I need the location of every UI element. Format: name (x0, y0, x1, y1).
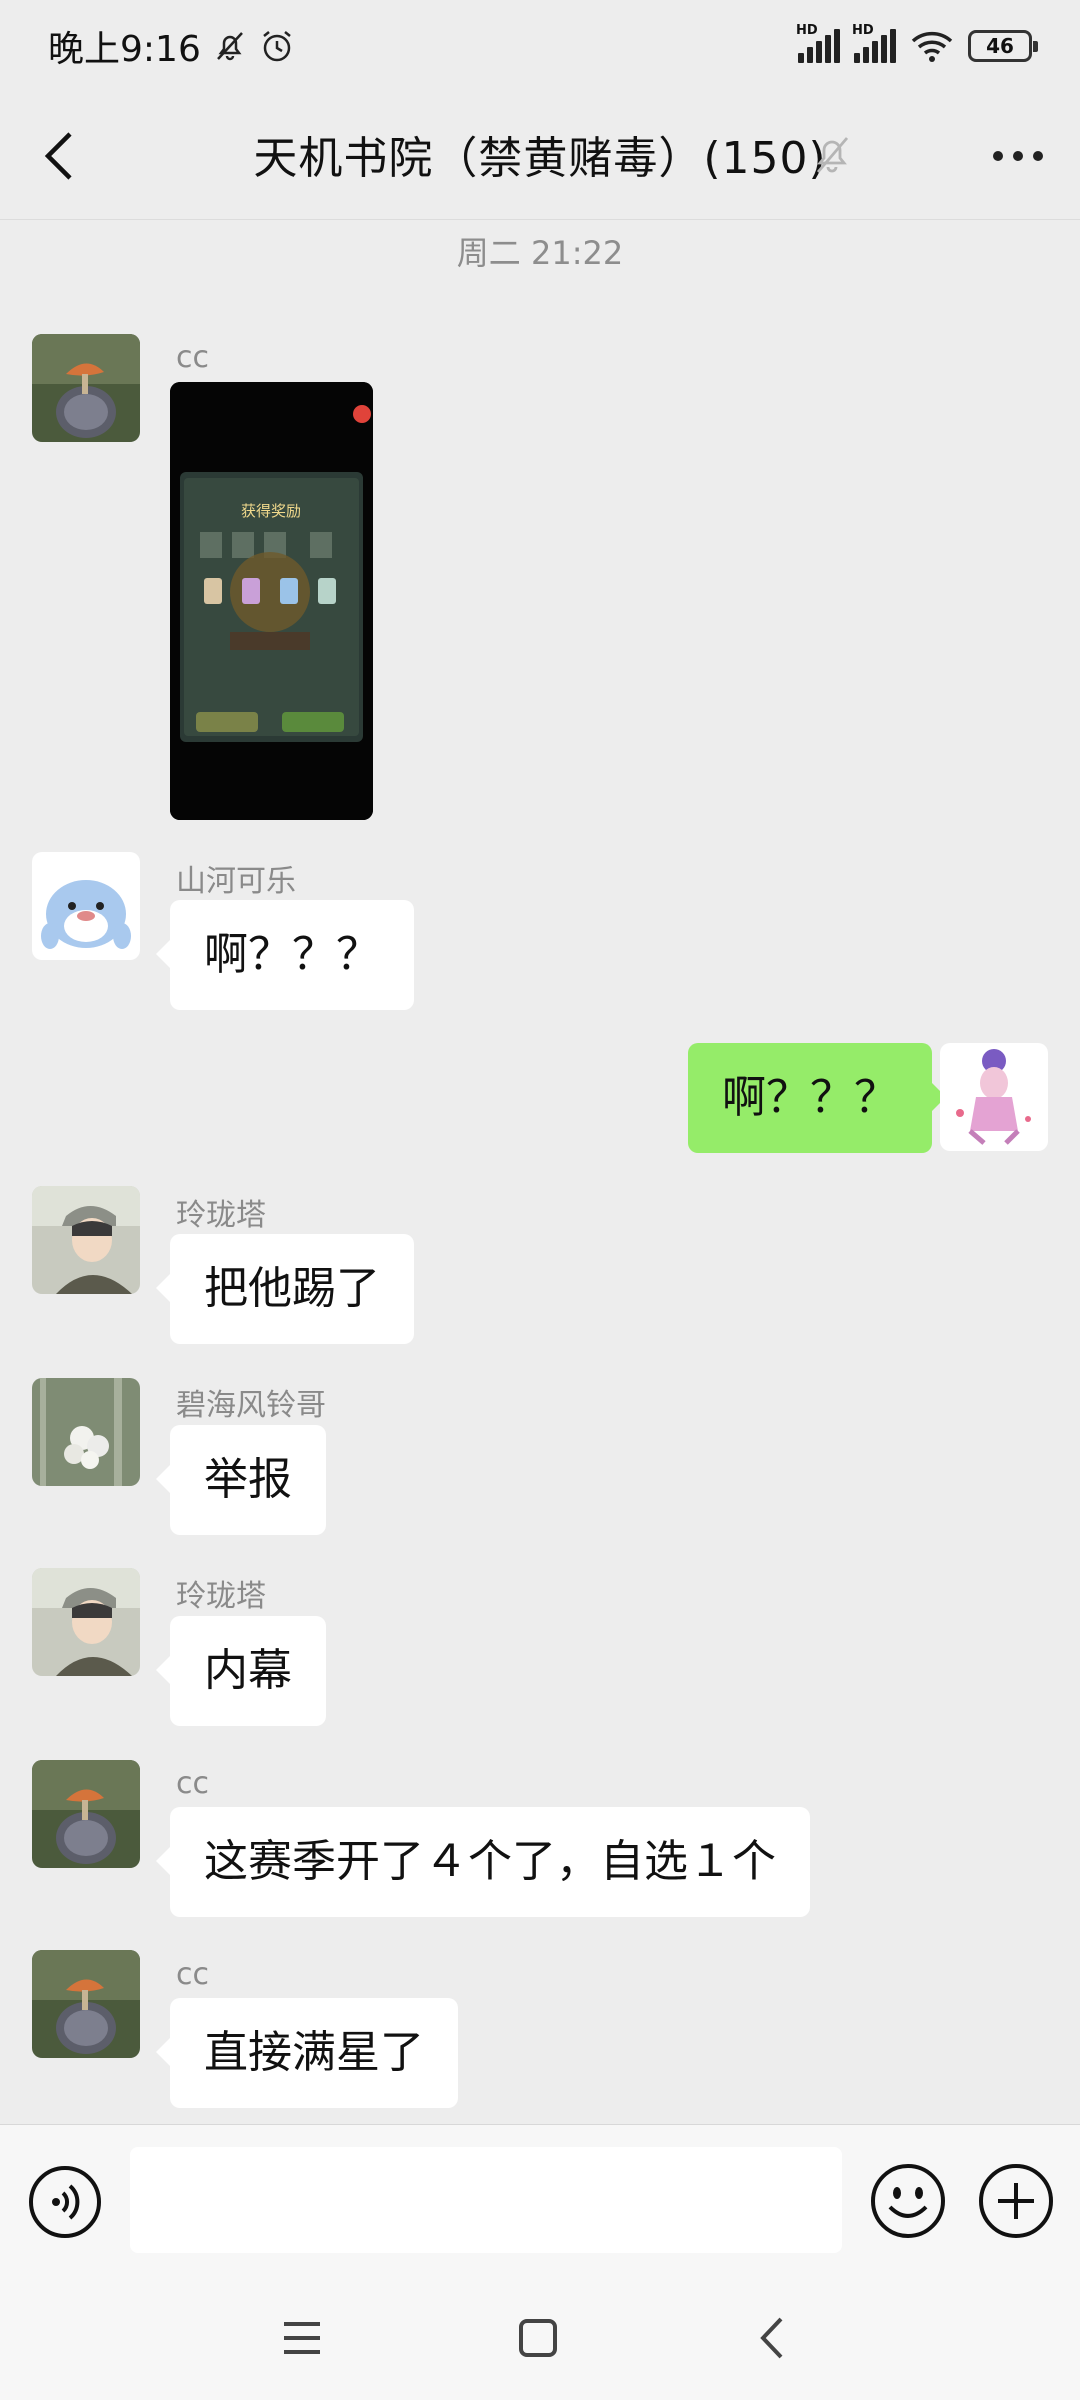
alarm-icon (263, 31, 291, 62)
avatar-shanhe[interactable] (32, 852, 140, 960)
avatar-linglongta[interactable] (32, 1568, 140, 1676)
wifi-icon (911, 31, 953, 62)
input-bar (0, 2124, 1080, 2270)
chat-title: 天机书院（禁黄赌毒）(150) (253, 133, 827, 184)
status-right: HD HD 46 (796, 23, 1038, 63)
menu-icon (284, 2322, 320, 2354)
avatar-self[interactable] (940, 1043, 1048, 1151)
message-bubble[interactable]: 直接满星了 (156, 1998, 458, 2108)
title-bar: 天机书院（禁黄赌毒）(150) (0, 92, 1080, 220)
message-bubble[interactable]: 把他踢了 (156, 1234, 414, 1344)
mute-bell-icon (816, 137, 849, 173)
status-time: 晚上9:16 (48, 29, 201, 70)
message-bubble[interactable]: 举报 (156, 1425, 326, 1535)
home-icon (519, 2319, 557, 2357)
sender-name: 玲珑塔 (176, 1579, 266, 1614)
emoji-icon[interactable] (870, 2163, 946, 2239)
sender-name: 山河可乐 (176, 864, 296, 899)
chat-screen: 晚上9:16 HD HD 46 天机书院（禁黄赌毒）(150) 周二 21:22… (0, 0, 1080, 2400)
sender-name: cc (176, 340, 209, 375)
battery-level: 46 (986, 34, 1014, 58)
hd-label: HD (796, 23, 818, 38)
image-message[interactable]: 获得奖励 (170, 382, 373, 820)
message-input[interactable] (130, 2147, 842, 2253)
voice-icon[interactable] (28, 2165, 102, 2239)
avatar-linglongta[interactable] (32, 1186, 140, 1294)
signal-icon: HD (796, 23, 840, 63)
status-left: 晚上9:16 (48, 20, 295, 72)
status-bar: 晚上9:16 HD HD 46 (0, 0, 1080, 92)
nav-back-button[interactable] (742, 2308, 802, 2368)
message-bubble[interactable]: 啊？？？ (156, 900, 414, 1010)
home-button[interactable] (508, 2308, 568, 2368)
back-icon (760, 2317, 783, 2359)
avatar-bihai[interactable] (32, 1378, 140, 1486)
sender-name: cc (176, 1766, 209, 1801)
sender-name: 玲珑塔 (176, 1198, 266, 1233)
timestamp: 周二 21:22 (456, 234, 624, 272)
sender-name: 碧海风铃哥 (176, 1388, 326, 1423)
message-bubble[interactable]: 这赛季开了４个了，自选１个 (156, 1807, 810, 1917)
battery-icon: 46 (968, 30, 1038, 62)
system-nav-bar (0, 2270, 1080, 2400)
plus-icon[interactable] (978, 2163, 1054, 2239)
avatar-cc[interactable] (32, 1950, 140, 2058)
sender-name: cc (176, 1957, 209, 1992)
menu-button[interactable] (272, 2308, 332, 2368)
image-title: 获得奖励 (241, 502, 301, 520)
avatar-cc[interactable] (32, 1760, 140, 1868)
silent-bell-icon (216, 32, 243, 61)
avatar-cc[interactable] (32, 334, 140, 442)
message-bubble[interactable]: 内幕 (156, 1616, 326, 1726)
more-icon (993, 151, 1003, 161)
message-bubble-self[interactable]: 啊？？？ (688, 1043, 946, 1153)
more-button[interactable] (982, 126, 1054, 186)
hd-label-2: HD (852, 23, 874, 38)
signal-icon-2: HD (852, 23, 896, 63)
